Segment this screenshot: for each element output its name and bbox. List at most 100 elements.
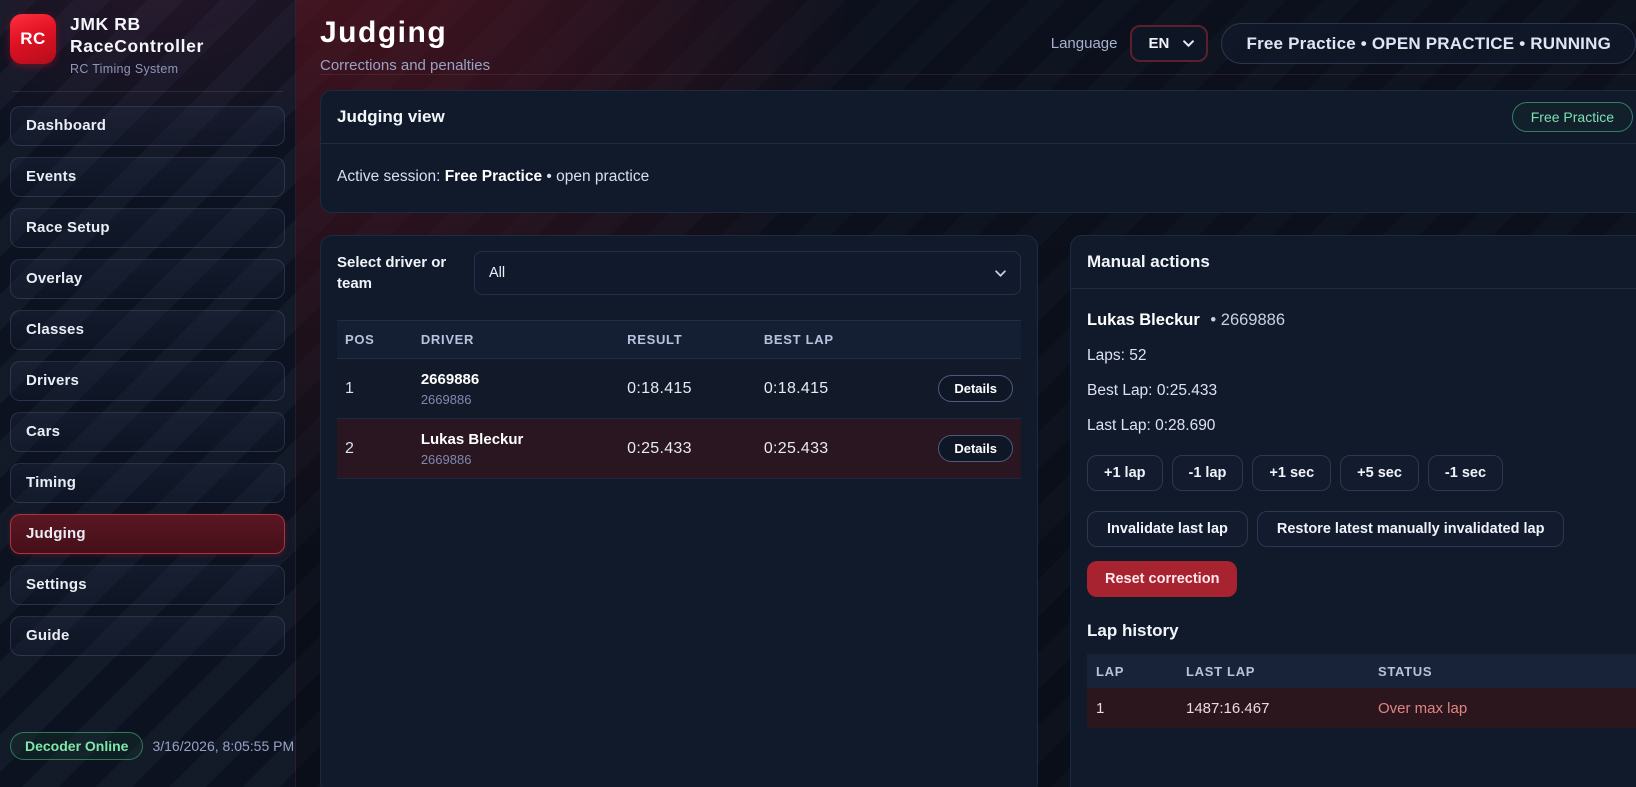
manual-actions-panel: Manual actions Lukas Bleckur • 2669886 L…	[1070, 235, 1636, 787]
decoder-status-badge: Decoder Online	[10, 732, 143, 760]
driver-filter-value: All	[489, 265, 505, 281]
stat-last-lap: Last Lap: 0:28.690	[1087, 417, 1636, 435]
judging-view-panel: Judging view Free Practice Active sessio…	[320, 90, 1636, 213]
lap-history-title: Lap history	[1087, 621, 1636, 641]
stat-best-lap-label: Best Lap:	[1087, 382, 1153, 399]
active-session-line: Active session: Free Practice • open pra…	[321, 144, 1636, 212]
session-status-pill: Free Practice • OPEN PRACTICE • RUNNING	[1221, 23, 1636, 64]
selected-driver-name: Lukas Bleckur	[1087, 311, 1200, 329]
details-button[interactable]: Details	[938, 375, 1013, 402]
app-logo: RC	[10, 14, 56, 64]
details-button[interactable]: Details	[938, 435, 1013, 462]
chevron-down-icon	[995, 270, 1006, 277]
lap-history-last-lap: 1487:16.467	[1177, 688, 1369, 728]
row-best-lap: 0:18.415	[756, 359, 931, 419]
sidebar-item-guide[interactable]: Guide	[10, 616, 285, 656]
row-driver-transponder: 2669886	[421, 452, 611, 467]
active-session-suffix: • open practice	[546, 168, 649, 185]
page-subtitle: Corrections and penalties	[320, 57, 490, 74]
lap-history-header-lap: LAP	[1087, 654, 1177, 688]
row-pos: 2	[337, 419, 413, 479]
table-row-selected[interactable]: 2 Lukas Bleckur 2669886 0:25.433 0:25.43…	[337, 419, 1021, 479]
plus-1-lap-button[interactable]: +1 lap	[1087, 455, 1163, 491]
stat-best-lap: Best Lap: 0:25.433	[1087, 382, 1636, 400]
table-row[interactable]: 1 2669886 2669886 0:18.415 0:18.415 Deta…	[337, 359, 1021, 419]
page-header-titles: Judging Corrections and penalties	[320, 16, 490, 74]
restore-invalidated-lap-button[interactable]: Restore latest manually invalidated lap	[1257, 511, 1565, 547]
lap-history-table: LAP LAST LAP STATUS 1 1487:16.467 Over m…	[1087, 654, 1636, 728]
sidebar-item-timing[interactable]: Timing	[10, 463, 285, 503]
lap-buttons-row: Invalidate last lap Restore latest manua…	[1087, 511, 1636, 547]
lap-history-header-last-lap: LAST LAP	[1177, 654, 1369, 688]
stat-laps-value: 52	[1129, 347, 1146, 364]
sidebar-item-judging[interactable]: Judging	[10, 514, 285, 554]
stat-laps: Laps: 52	[1087, 347, 1636, 365]
main-content: Judging Corrections and penalties Langua…	[296, 0, 1636, 787]
sidebar-footer: Decoder Online 3/16/2026, 8:05:55 PM	[0, 732, 295, 787]
language-select-value: EN	[1148, 35, 1169, 52]
lap-history-status: Over max lap	[1369, 688, 1636, 728]
clock-timestamp: 3/16/2026, 8:05:55 PM	[152, 738, 294, 754]
sidebar-item-overlay[interactable]: Overlay	[10, 259, 285, 299]
sidebar-item-classes[interactable]: Classes	[10, 310, 285, 350]
minus-1-sec-button[interactable]: -1 sec	[1428, 455, 1503, 491]
page-header: Judging Corrections and penalties Langua…	[320, 0, 1636, 75]
sidebar-item-drivers[interactable]: Drivers	[10, 361, 285, 401]
brand-subtitle: RC Timing System	[70, 62, 204, 76]
brand-title-line2: RaceController	[70, 36, 204, 58]
page-title: Judging	[320, 16, 490, 50]
brand-title-line1: JMK RB	[70, 14, 204, 36]
driver-results-panel: Select driver or team All POS DRIVER RES	[320, 235, 1038, 787]
sidebar-item-race-setup[interactable]: Race Setup	[10, 208, 285, 248]
sidebar-nav: Dashboard Events Race Setup Overlay Clas…	[0, 92, 295, 670]
row-best-lap: 0:25.433	[756, 419, 931, 479]
lap-history-header-row: LAP LAST LAP STATUS	[1087, 654, 1636, 688]
row-driver-name: Lukas Bleckur	[421, 431, 611, 448]
stat-laps-label: Laps:	[1087, 347, 1125, 364]
judging-view-title: Judging view	[337, 107, 445, 127]
adjust-buttons-row: +1 lap -1 lap +1 sec +5 sec -1 sec	[1087, 455, 1636, 491]
sidebar-item-events[interactable]: Events	[10, 157, 285, 197]
main-row: Select driver or team All POS DRIVER RES	[320, 235, 1636, 787]
reset-correction-button[interactable]: Reset correction	[1087, 561, 1237, 597]
driver-filter-row: Select driver or team All	[321, 236, 1037, 310]
selected-driver-line: Lukas Bleckur • 2669886	[1087, 311, 1636, 330]
chevron-down-icon	[1183, 40, 1194, 47]
results-header-actions	[930, 321, 1021, 359]
manual-actions-header: Manual actions	[1071, 236, 1636, 289]
driver-filter-label: Select driver or team	[337, 252, 457, 294]
results-header-result: RESULT	[619, 321, 756, 359]
judging-view-header: Judging view Free Practice	[321, 91, 1636, 144]
active-session-name: Free Practice	[445, 168, 542, 185]
results-table: POS DRIVER RESULT BEST LAP 1 2669886	[337, 320, 1021, 479]
results-table-header-row: POS DRIVER RESULT BEST LAP	[337, 321, 1021, 359]
manual-actions-body: Lukas Bleckur • 2669886 Laps: 52 Best La…	[1071, 289, 1636, 744]
row-result: 0:18.415	[619, 359, 756, 419]
language-select[interactable]: EN	[1130, 25, 1208, 62]
row-driver-name: 2669886	[421, 371, 611, 388]
results-header-best-lap: BEST LAP	[756, 321, 931, 359]
minus-1-lap-button[interactable]: -1 lap	[1172, 455, 1244, 491]
manual-actions-title: Manual actions	[1087, 252, 1210, 272]
invalidate-last-lap-button[interactable]: Invalidate last lap	[1087, 511, 1248, 547]
sidebar: RC JMK RB RaceController RC Timing Syste…	[0, 0, 296, 787]
sidebar-item-dashboard[interactable]: Dashboard	[10, 106, 285, 146]
plus-1-sec-button[interactable]: +1 sec	[1252, 455, 1331, 491]
driver-filter-select[interactable]: All	[474, 251, 1021, 295]
results-header-pos: POS	[337, 321, 413, 359]
lap-history-lap: 1	[1087, 688, 1177, 728]
header-controls: Language EN Free Practice • OPEN PRACTIC…	[1051, 23, 1636, 64]
session-badge: Free Practice	[1512, 102, 1633, 132]
results-header-driver: DRIVER	[413, 321, 619, 359]
stat-last-lap-label: Last Lap:	[1087, 417, 1151, 434]
stat-best-lap-value: 0:25.433	[1157, 382, 1217, 399]
lap-history-header-status: STATUS	[1369, 654, 1636, 688]
sidebar-item-settings[interactable]: Settings	[10, 565, 285, 605]
brand: RC JMK RB RaceController RC Timing Syste…	[0, 0, 295, 91]
plus-5-sec-button[interactable]: +5 sec	[1340, 455, 1419, 491]
row-pos: 1	[337, 359, 413, 419]
lap-history-row: 1 1487:16.467 Over max lap	[1087, 688, 1636, 728]
stat-last-lap-value: 0:28.690	[1155, 417, 1215, 434]
sidebar-item-cars[interactable]: Cars	[10, 412, 285, 452]
row-driver-transponder: 2669886	[421, 392, 611, 407]
